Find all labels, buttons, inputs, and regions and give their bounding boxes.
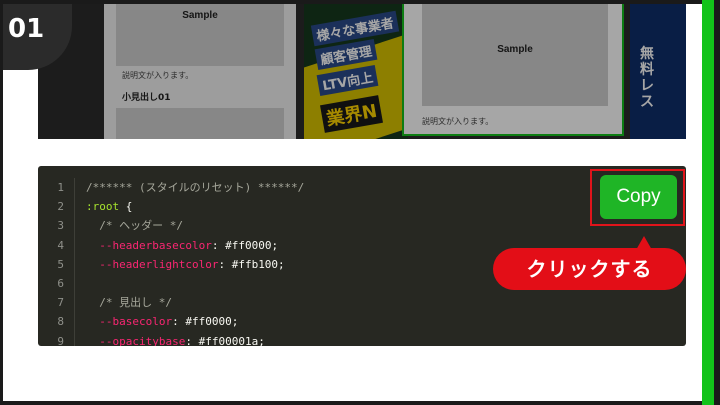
line-number: 6 [57,276,64,290]
code-token: --headerbasecolor [86,238,212,252]
code-token: : #ff0000; [172,315,239,329]
step-number: 01 [8,14,45,44]
line-number: 5 [57,257,64,271]
callout-text: クリックする [526,257,653,281]
code-line: :root { [86,197,304,216]
card-subheading: 小見出し01 [122,93,171,103]
code-token: /* ヘッダー */ [86,219,183,233]
line-number: 4 [57,238,64,252]
tutorial-slide: Sample 説明文が入ります。 小見出し01 様々な事業者 顧客管理 LTV向… [0,0,720,405]
line-number: 8 [57,315,64,329]
code-token: /****** (スタイルのリセット) ******/ [86,181,305,194]
card-description: 説明文が入ります。 [122,71,194,80]
code-token: : #ff0000; [211,238,279,252]
code-line: --basecolor: #ff0000; [86,312,304,331]
code-line: /* 見出し */ [86,293,304,312]
promo-banner-right: 無料レス [630,0,686,139]
line-number-gutter: 1 2 3 4 5 6 7 8 9 [38,178,75,346]
code-line: --opacitybase: #ff00001a; [86,332,304,347]
code-token: --opacitybase [86,334,186,347]
sample-image-left-2 [116,108,284,139]
sample-image-label: Sample [182,10,218,21]
code-line: --headerlightcolor: #ffb100; [86,255,304,274]
code-token: : #ffb100; [218,257,285,271]
code-token: --basecolor [86,315,173,329]
code-lines: /****** (スタイルのリセット) ******/ :root { /* ヘッ… [86,178,304,346]
code-token: /* 見出し */ [86,296,172,310]
line-number: 1 [57,181,64,194]
sample-image-label: Sample [497,44,533,55]
code-token: --headerlightcolor [86,257,219,271]
code-line: /****** (スタイルのリセット) ******/ [86,178,304,197]
card-description: 説明文が入ります。 [422,117,494,126]
banner-right-text: 無料レス [640,46,654,110]
copy-button[interactable]: Copy [600,175,677,219]
page-preview: Sample 説明文が入ります。 小見出し01 様々な事業者 顧客管理 LTV向… [38,0,686,139]
promo-banner: 様々な事業者 顧客管理 LTV向上 業界N [304,0,408,139]
code-line: /* ヘッダー */ [86,216,304,235]
code-token: { [119,200,133,214]
code-token: : #ff00001a; [185,334,265,347]
frame-border-left [0,0,3,405]
sample-image-right: Sample [422,2,608,106]
preview-card-left: Sample 説明文が入ります。 小見出し01 [104,0,296,139]
accent-bar [702,0,714,405]
line-number: 3 [57,219,64,233]
line-number: 2 [57,200,64,214]
frame-border-right [714,0,720,405]
preview-card-right-selected[interactable]: Sample 説明文が入ります。 [402,0,624,136]
line-number: 7 [57,296,64,310]
frame-border-top [0,0,720,4]
code-line: --headerbasecolor: #ff0000; [86,236,304,255]
code-token: :root [86,200,120,214]
line-number: 9 [57,334,64,347]
frame-border-bottom [0,401,720,405]
sample-image-left: Sample [116,0,284,66]
